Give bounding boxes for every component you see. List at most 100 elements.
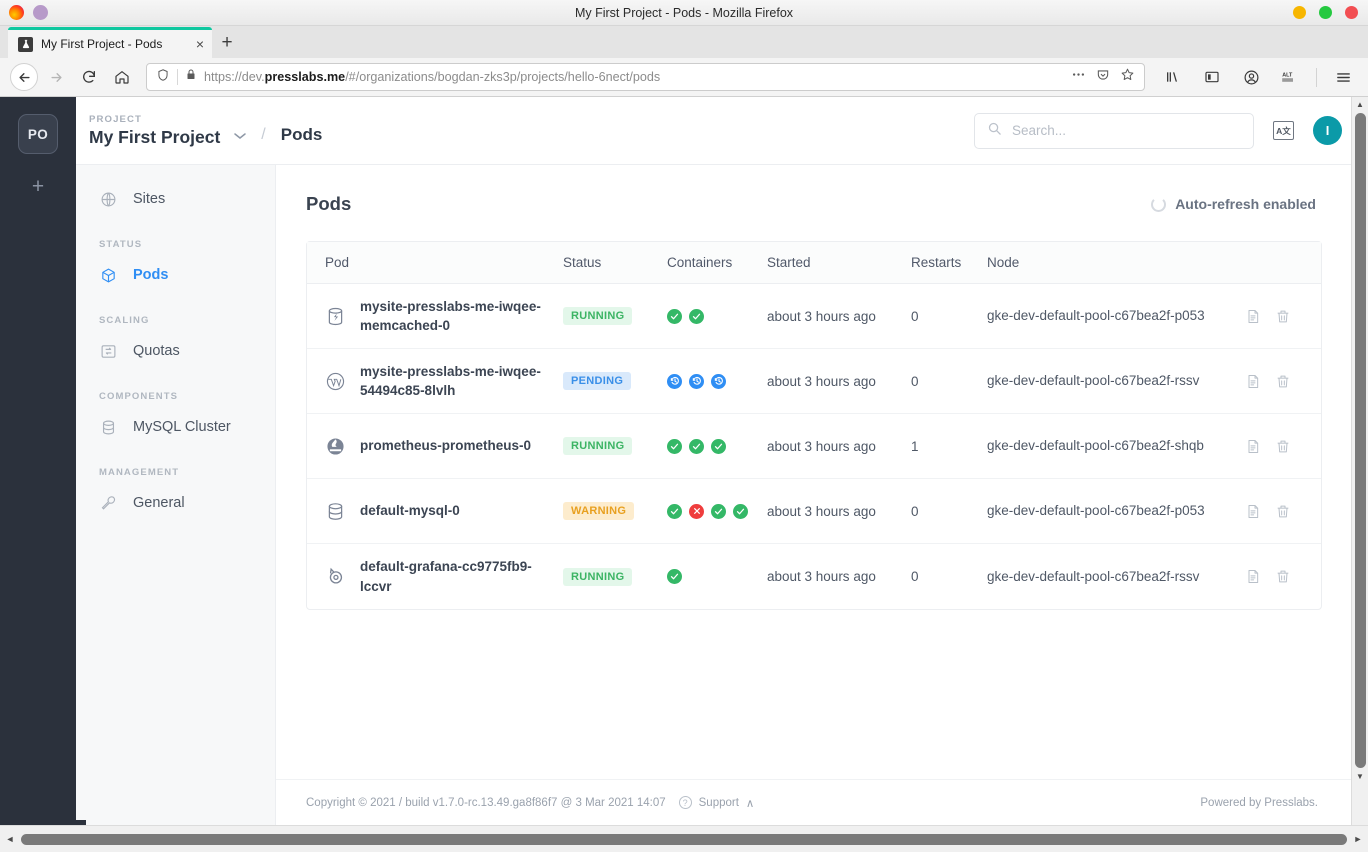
support-link[interactable]: ? Support ∧ <box>678 796 755 810</box>
cell-containers <box>667 569 767 584</box>
scroll-right-arrow-icon[interactable]: ► <box>1351 834 1365 844</box>
cell-actions <box>1245 438 1321 455</box>
project-name[interactable]: My First Project <box>89 127 220 147</box>
page-actions-icon[interactable] <box>1071 67 1086 87</box>
container-status-ok-icon[interactable] <box>711 438 726 454</box>
container-status-ok-icon[interactable] <box>689 438 704 454</box>
container-status-ok-icon[interactable] <box>711 503 726 519</box>
auto-refresh-toggle[interactable]: Auto-refresh enabled <box>1151 196 1316 212</box>
container-status-wait-icon[interactable] <box>689 373 704 389</box>
column-header-started: Started <box>767 255 811 270</box>
pod-name[interactable]: default-grafana-cc9775fb9-lccvr <box>360 557 563 595</box>
sidebar-group-scaling: SCALING <box>99 315 150 326</box>
url-domain: presslabs.me <box>264 70 346 84</box>
table-row[interactable]: mysite-presslabs-me-iwqee-memcached-0 RUN… <box>307 284 1321 349</box>
container-status-ok-icon[interactable] <box>667 503 682 519</box>
sidebar-group-components: COMPONENTS <box>99 391 179 402</box>
support-chevron-icon: ∧ <box>745 797 755 810</box>
logs-icon[interactable] <box>1245 308 1261 325</box>
cell-actions <box>1245 503 1321 520</box>
horizontal-scrollbar[interactable]: ◄ ► <box>0 825 1368 852</box>
column-header-node: Node <box>987 255 1020 270</box>
container-status-ok-icon[interactable] <box>667 308 682 324</box>
url-bar[interactable]: https://dev.presslabs.me/#/organizations… <box>146 63 1145 91</box>
container-status-ok-icon[interactable] <box>667 569 682 584</box>
container-status-ok-icon[interactable] <box>733 503 748 519</box>
pod-name[interactable]: default-mysql-0 <box>360 501 460 520</box>
sidebar-item-sites[interactable]: Sites <box>76 181 275 217</box>
reload-button[interactable] <box>74 62 104 92</box>
cell-pod: default-grafana-cc9775fb9-lccvr <box>307 557 563 595</box>
pod-name[interactable]: mysite-presslabs-me-iwqee-memcached-0 <box>360 297 563 335</box>
vertical-scrollbar[interactable]: ▲ ▼ <box>1351 97 1368 825</box>
status-badge: PENDING <box>563 372 632 390</box>
sidebar-item-mysql-cluster[interactable]: MySQL Cluster <box>76 409 275 445</box>
logs-icon[interactable] <box>1245 503 1261 520</box>
table-row[interactable]: prometheus-prometheus-0 RUNNING about 3 ho… <box>307 414 1321 479</box>
scroll-left-arrow-icon[interactable]: ◄ <box>3 834 17 844</box>
close-button[interactable] <box>1345 6 1358 19</box>
back-button[interactable] <box>10 63 38 91</box>
cell-status: PENDING <box>563 372 667 390</box>
sidebar-item-quotas[interactable]: Quotas <box>76 333 275 369</box>
sidebar-item-general[interactable]: General <box>76 485 275 521</box>
chevron-down-icon[interactable] <box>234 130 247 144</box>
container-status-ok-icon[interactable] <box>689 308 704 324</box>
sidebar-item-pods[interactable]: Pods <box>76 257 275 293</box>
translate-icon[interactable]: A文 <box>1273 121 1294 140</box>
table-row[interactable]: default-grafana-cc9775fb9-lccvr RUNNING ab… <box>307 544 1321 609</box>
container-status-ok-icon[interactable] <box>667 438 682 454</box>
project-selector[interactable]: PROJECT My First Project <box>89 114 247 147</box>
auto-refresh-label: Auto-refresh enabled <box>1175 196 1316 212</box>
cell-started: about 3 hours ago <box>767 438 876 454</box>
pocket-icon[interactable] <box>1096 68 1110 87</box>
table-row[interactable]: mysite-presslabs-me-iwqee-54494c85-8lvlh… <box>307 349 1321 414</box>
logs-icon[interactable] <box>1245 373 1261 390</box>
sidebar-item-label: Pods <box>133 267 169 283</box>
search-input[interactable]: Search... <box>974 112 1254 149</box>
sidebar-item-label: Sites <box>133 191 166 207</box>
logs-icon[interactable] <box>1245 438 1261 455</box>
window-controls <box>1293 6 1358 19</box>
breadcrumb-separator: / <box>261 126 266 143</box>
home-button[interactable] <box>107 62 137 92</box>
user-avatar[interactable]: I <box>1313 116 1342 145</box>
horizontal-scroll-thumb[interactable] <box>21 833 1347 845</box>
help-icon: ? <box>678 796 692 809</box>
vertical-scroll-thumb[interactable] <box>1354 113 1366 768</box>
library-icon[interactable] <box>1158 62 1188 92</box>
bookmark-star-icon[interactable] <box>1120 67 1135 87</box>
delete-icon[interactable] <box>1275 438 1291 455</box>
pod-name[interactable]: prometheus-prometheus-0 <box>360 436 531 455</box>
delete-icon[interactable] <box>1275 308 1291 325</box>
minimize-button[interactable] <box>1293 6 1306 19</box>
cell-status: WARNING <box>563 502 667 520</box>
scroll-down-arrow-icon[interactable]: ▼ <box>1356 769 1364 784</box>
organization-avatar[interactable]: PO <box>18 114 58 154</box>
tracking-shield-icon[interactable] <box>156 68 170 87</box>
logs-icon[interactable] <box>1245 568 1261 585</box>
new-tab-button[interactable]: + <box>212 28 242 58</box>
alt-extension-icon[interactable]: ALT <box>1275 62 1305 92</box>
menu-icon[interactable] <box>1328 62 1358 92</box>
scroll-up-arrow-icon[interactable]: ▲ <box>1356 97 1364 112</box>
sidebar-icon[interactable] <box>1197 62 1227 92</box>
cell-started: about 3 hours ago <box>767 373 876 389</box>
maximize-button[interactable] <box>1319 6 1332 19</box>
lock-icon[interactable] <box>185 68 197 86</box>
tab-close-icon[interactable]: × <box>196 37 204 51</box>
url-text[interactable]: https://dev.presslabs.me/#/organizations… <box>204 70 1064 84</box>
table-row[interactable]: default-mysql-0 WARNING about 3 hours ago 0… <box>307 479 1321 544</box>
container-status-wait-icon[interactable] <box>711 373 726 389</box>
account-icon[interactable] <box>1236 62 1266 92</box>
container-status-wait-icon[interactable] <box>667 373 682 389</box>
delete-icon[interactable] <box>1275 568 1291 585</box>
pod-name[interactable]: mysite-presslabs-me-iwqee-54494c85-8lvlh <box>360 362 563 400</box>
add-organization-button[interactable]: + <box>21 170 55 204</box>
content-inner: Pods Auto-refresh enabled Pod Status Con… <box>276 165 1368 779</box>
delete-icon[interactable] <box>1275 373 1291 390</box>
browser-tab[interactable]: My First Project - Pods × <box>8 27 212 58</box>
delete-icon[interactable] <box>1275 503 1291 520</box>
container-status-err-icon[interactable] <box>689 503 704 519</box>
wrench-icon <box>99 494 118 513</box>
